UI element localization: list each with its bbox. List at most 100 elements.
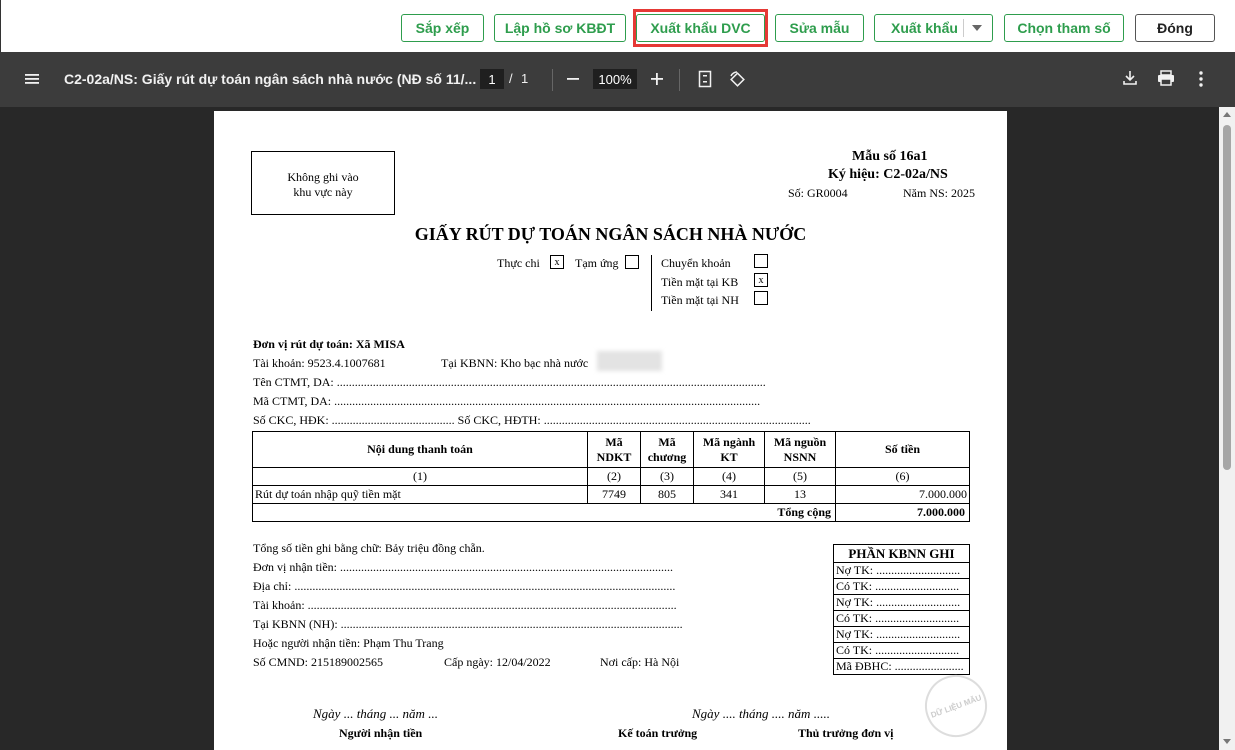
header-ndkt: Mã NDKT	[587, 431, 641, 468]
divider	[552, 69, 553, 91]
export-dropdown-button[interactable]: Xuất khẩu	[874, 14, 993, 42]
index-cell: (5)	[764, 467, 836, 486]
treasury-row: Có TK: ............................	[833, 642, 970, 659]
page-total: 1	[521, 71, 529, 86]
form-symbol: Ký hiệu: C2-02a/NS	[828, 167, 948, 182]
scroll-down-icon[interactable]	[1223, 739, 1231, 744]
cash-kb-checkbox: x	[754, 273, 768, 287]
zoom-in-icon[interactable]	[650, 72, 664, 86]
header-source: Mã nguồn NSNN	[764, 431, 836, 468]
actual-spend-label: Thực chi	[497, 256, 540, 270]
total-label: Tổng cộng	[252, 503, 836, 522]
treasury-row: Mã ĐBHC: .......................	[833, 658, 970, 675]
payment-table: Nội dung thanh toán Mã NDKT Mã chương Mã…	[252, 431, 970, 522]
header-amount: Số tiền	[835, 431, 970, 468]
document-number: Số: GR0004	[788, 186, 848, 200]
recipient-name: Hoặc người nhận tiền: Phạm Thu Trang	[253, 636, 444, 650]
account-number: Tài khoản: 9523.4.1007681	[253, 356, 386, 370]
sort-button[interactable]: Sắp xếp	[401, 14, 484, 42]
fit-page-icon[interactable]	[698, 70, 712, 88]
budget-unit: Đơn vị rút dự toán: Xã MISA	[253, 337, 405, 351]
print-icon[interactable]	[1157, 70, 1175, 86]
table-total-row: Tổng cộng 7.000.000	[252, 503, 970, 522]
table-index-row: (1) (2) (3) (4) (5) (6)	[252, 467, 970, 486]
download-icon[interactable]	[1122, 70, 1138, 86]
treasury-section-table: PHẦN KBNN GHI Nợ TK: ...................…	[833, 544, 970, 675]
treasury-row: Có TK: ............................	[833, 578, 970, 595]
treasury-section-title: PHẦN KBNN GHI	[833, 544, 970, 563]
pdf-page: Không ghi vào khu vực này Mẫu số 16a1 Ký…	[214, 111, 1007, 750]
receiving-unit: Đơn vị nhận tiền: ......................…	[253, 560, 673, 574]
document-title: C2-02a/NS: Giấy rút dự toán ngân sách nh…	[64, 71, 477, 87]
id-number: Số CMND: 215189002565	[253, 655, 384, 669]
page-number-input[interactable]: 1	[480, 69, 504, 89]
divider	[679, 69, 680, 91]
treasury-row: Nợ TK: ............................	[833, 562, 970, 579]
table-row: Rút dự toán nhập quỹ tiền mặt 7749 805 3…	[252, 485, 970, 504]
no-write-line2: khu vực này	[293, 185, 353, 199]
commitment-numbers: Số CKC, HĐK: ...........................…	[253, 413, 811, 427]
top-toolbar: Sắp xếp Lập hồ sơ KBĐT Xuất khẩu DVC Sửa…	[0, 0, 1235, 52]
zoom-out-icon[interactable]	[566, 72, 580, 86]
index-cell: (2)	[587, 467, 641, 486]
form-number: Mẫu số 16a1	[852, 149, 928, 164]
scroll-up-icon[interactable]	[1223, 112, 1231, 117]
treasury-row: Có TK: ............................	[833, 610, 970, 627]
page-title: GIẤY RÚT DỰ TOÁN NGÂN SÁCH NHÀ NƯỚC	[414, 224, 807, 244]
table-header-row: Nội dung thanh toán Mã NDKT Mã chương Mã…	[252, 431, 970, 468]
date-left: Ngày ... tháng ... năm ...	[313, 706, 438, 721]
index-cell: (1)	[252, 467, 588, 486]
sign-receiver: Người nhận tiền	[339, 726, 423, 740]
address: Địa chỉ: ...............................…	[253, 579, 676, 593]
chevron-down-icon[interactable]	[972, 25, 982, 31]
export-dropdown-label: Xuất khẩu	[891, 20, 958, 36]
no-write-box: Không ghi vào khu vực này	[251, 151, 395, 215]
cell-chapter: 805	[640, 485, 694, 504]
header-industry: Mã ngành KT	[693, 431, 765, 468]
no-write-line1: Không ghi vào	[287, 170, 359, 184]
sign-head: Thủ trưởng đơn vị	[798, 726, 894, 740]
amount-in-words: Tổng số tiền ghi bằng chữ: Bảy triệu đồn…	[253, 541, 485, 555]
cash-bank-checkbox	[754, 291, 768, 305]
header-content: Nội dung thanh toán	[252, 431, 588, 468]
rotate-icon[interactable]	[728, 70, 746, 88]
index-cell: (3)	[640, 467, 694, 486]
menu-icon[interactable]	[24, 71, 40, 87]
create-kbdt-file-button[interactable]: Lập hồ sơ KBĐT	[494, 14, 626, 42]
page-separator: /	[509, 71, 513, 86]
close-button[interactable]: Đóng	[1135, 14, 1215, 42]
more-icon[interactable]	[1196, 70, 1206, 88]
transfer-label: Chuyển khoản	[661, 256, 731, 270]
sample-data-stamp: DỮ LIỆU MẪU	[916, 666, 996, 746]
index-cell: (4)	[693, 467, 765, 486]
program-code: Mã CTMT, DA: ...........................…	[253, 394, 761, 408]
stamp-text: DỮ LIỆU MẪU	[929, 692, 983, 720]
cell-ndkt: 7749	[587, 485, 641, 504]
treasury-row: Nợ TK: ............................	[833, 626, 970, 643]
scrollbar[interactable]	[1219, 107, 1235, 750]
redacted-area	[597, 351, 662, 371]
pdf-viewer-toolbar: C2-02a/NS: Giấy rút dự toán ngân sách nh…	[0, 52, 1235, 107]
receiving-account: Tài khoản: .............................…	[253, 598, 677, 612]
choose-params-button[interactable]: Chọn tham số	[1004, 14, 1124, 42]
highlight-annotation	[633, 9, 768, 47]
advance-checkbox	[625, 255, 639, 269]
zoom-level-input[interactable]: 100%	[593, 69, 637, 89]
budget-year: Năm NS: 2025	[903, 186, 975, 200]
index-cell: (6)	[835, 467, 970, 486]
header-chapter: Mã chương	[640, 431, 694, 468]
receiving-treasury: Tại KBNN (NH): .........................…	[253, 617, 683, 631]
advance-label: Tạm ứng	[575, 256, 619, 270]
total-value: 7.000.000	[835, 503, 970, 522]
issue-place: Nơi cấp: Hà Nội	[600, 655, 680, 669]
actual-spend-checkbox: x	[550, 255, 564, 269]
divider	[651, 255, 652, 311]
dropdown-divider	[963, 19, 964, 37]
cell-industry: 341	[693, 485, 765, 504]
cell-content: Rút dự toán nhập quỹ tiền mặt	[252, 485, 588, 504]
edit-template-button[interactable]: Sửa mẫu	[775, 14, 864, 42]
sign-accountant: Kế toán trưởng	[618, 726, 698, 740]
scroll-thumb[interactable]	[1223, 125, 1231, 470]
program-name: Tên CTMT, DA: ..........................…	[253, 375, 766, 389]
treasury: Tại KBNN: Kho bạc nhà nước	[441, 356, 589, 370]
